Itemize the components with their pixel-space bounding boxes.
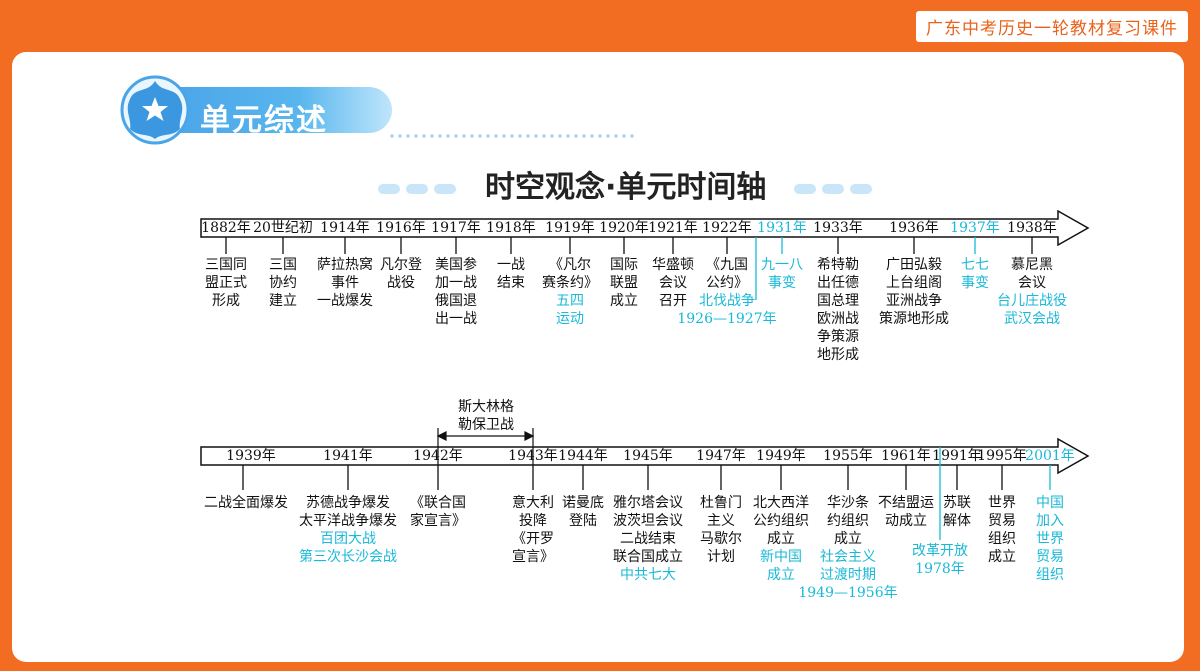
year-label: 1922年: [702, 220, 752, 236]
event-label: 七七 事变: [961, 257, 989, 291]
event-label: 广田弘毅 上台组阁 亚洲战争 策源地形成: [879, 257, 949, 327]
year-label: 1938年: [1007, 220, 1057, 236]
event-label: 慕尼黑 会议 台儿庄战役 武汉会战: [997, 257, 1067, 327]
year-label: 1991年: [932, 448, 982, 464]
event-label: 凡尔登 战役: [380, 257, 422, 291]
event-label: 杜鲁门 主义 马歇尔 计划: [700, 495, 742, 565]
event-label: 希特勒 出任德 国总理 欧洲战 争策源 地形成: [817, 257, 859, 363]
year-label: 1942年: [413, 448, 463, 464]
year-label: 1917年: [431, 220, 481, 236]
event-label: 美国参 加一战 俄国退 出一战: [435, 257, 477, 327]
year-label: 1995年: [977, 448, 1027, 464]
event-label: 世界 贸易 组织 成立: [988, 495, 1016, 565]
year-label: 1939年: [226, 448, 276, 464]
event-label: 九一八 事变: [761, 257, 803, 291]
event-label: 中国 加入 世界 贸易 组织: [1036, 495, 1064, 583]
year-label: 1919年: [545, 220, 595, 236]
event-label: 改革开放 1978年: [912, 543, 968, 577]
year-label: 20世纪初: [253, 220, 313, 236]
year-label: 2001年: [1025, 448, 1075, 464]
year-label: 1882年: [201, 220, 251, 236]
year-label: 1914年: [320, 220, 370, 236]
event-label: 三国同 盟正式 形成: [205, 257, 247, 309]
event-label: 意大利 投降 《开罗 宣言》: [512, 495, 554, 565]
event-label: 《联合国 家宣言》: [410, 495, 466, 529]
event-label: 苏联 解体: [943, 495, 971, 529]
year-label: 1947年: [696, 448, 746, 464]
event-label: 一战 结束: [497, 257, 525, 291]
timeline-svg: [200, 209, 1090, 540]
event-label: 国际 联盟 成立: [610, 257, 638, 309]
event-label: 二战全面爆发: [204, 495, 288, 511]
year-label: 1945年: [623, 448, 673, 464]
event-label: 不结盟运 动成立: [878, 495, 934, 529]
event-label: 《凡尔 赛条约》 五四 运动: [542, 257, 598, 327]
event-label: 诺曼底 登陆: [562, 495, 604, 529]
event-label: 雅尔塔会议 波茨坦会议 二战结束 联合国成立 中共七大: [613, 495, 683, 583]
year-label: 1941年: [323, 448, 373, 464]
event-label: 苏德战争爆发 太平洋战争爆发 百团大战 第三次长沙会战: [299, 495, 397, 565]
year-label: 1943年: [508, 448, 558, 464]
event-label: 萨拉热窝 事件 一战爆发: [317, 257, 373, 309]
year-label: 1949年: [756, 448, 806, 464]
year-label: 1936年: [889, 220, 939, 236]
year-label: 1933年: [813, 220, 863, 236]
year-label: 1920年: [599, 220, 649, 236]
bracket-label: 斯大林格 勒保卫战: [458, 399, 514, 433]
year-label: 1944年: [558, 448, 608, 464]
year-label: 1937年: [950, 220, 1000, 236]
year-label: 1931年: [757, 220, 807, 236]
year-label: 1921年: [648, 220, 698, 236]
year-label: 1916年: [376, 220, 426, 236]
year-label: 1961年: [881, 448, 931, 464]
year-label: 1918年: [486, 220, 536, 236]
event-label: 三国 协约 建立: [269, 257, 297, 309]
year-label: 1955年: [823, 448, 873, 464]
